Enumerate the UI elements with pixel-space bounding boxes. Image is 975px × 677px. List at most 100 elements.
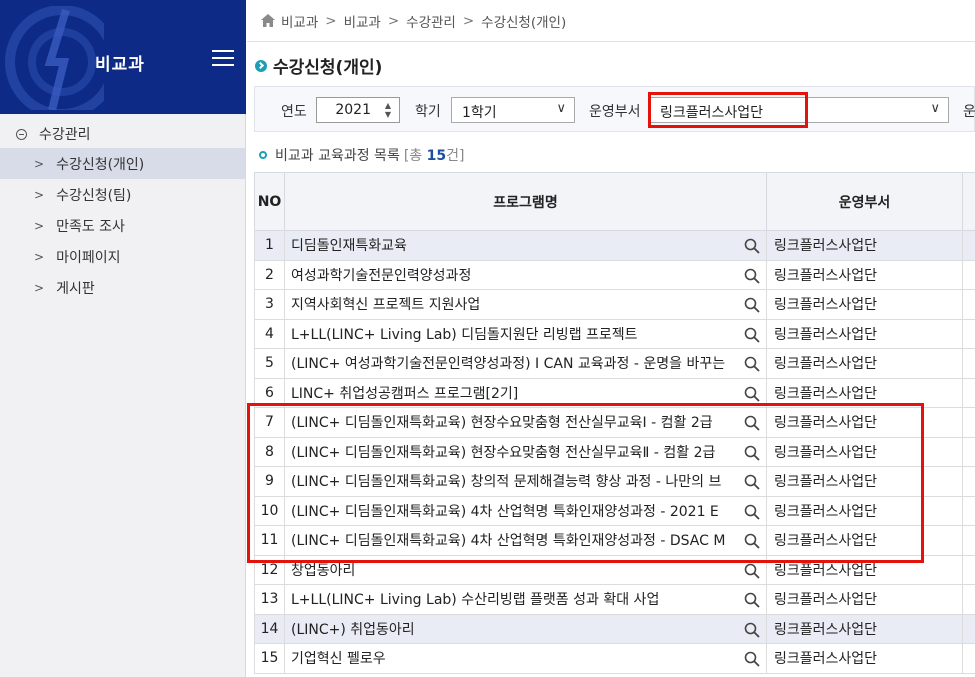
header-program: 프로그램명 — [284, 172, 767, 231]
search-icon[interactable] — [744, 651, 760, 667]
cell-no: 11 — [254, 525, 285, 556]
table-row[interactable]: 12 창업동아리 링크플러스사업단 — [254, 554, 975, 585]
main-content: 비교과 > 비교과 > 수강관리 > 수강신청(개인) 수강신청(개인) 연도 … — [247, 0, 975, 677]
search-icon[interactable] — [744, 356, 760, 372]
search-icon[interactable] — [744, 327, 760, 343]
spinner-arrows-icon[interactable]: ▲ ▼ — [381, 101, 395, 119]
cell-program[interactable]: 창업동아리 — [284, 554, 767, 585]
cell-extra — [962, 348, 975, 379]
search-icon[interactable] — [744, 415, 760, 431]
sidebar-item-team-enroll[interactable]: > 수강신청(팀) — [0, 179, 245, 210]
table-row[interactable]: 3 지역사회혁신 프로젝트 지원사업 링크플러스사업단 — [254, 289, 975, 320]
table-row[interactable]: 13 L+LL(LINC+ Living Lab) 수산리빙랩 플랫폼 성과 확대… — [254, 584, 975, 615]
program-name[interactable]: (LINC+ 디딤돌인재특화교육) 4차 산업혁명 특화인재양성과정 - 202… — [291, 501, 743, 521]
chevron-right-icon: > — [34, 249, 45, 264]
breadcrumb-separator: > — [462, 12, 475, 29]
cell-extra — [962, 318, 975, 349]
cell-program[interactable]: (LINC+) 취업동아리 — [284, 613, 767, 644]
cell-program[interactable]: (LINC+ 디딤돌인재특화교육) 현장수요맞춤형 전산실무교육Ⅰ - 컴활 2… — [284, 407, 767, 438]
next-filter-label: 운 — [963, 104, 975, 120]
cell-program[interactable]: (LINC+ 디딤돌인재특화교육) 4차 산업혁명 특화인재양성과정 - DSA… — [284, 525, 767, 556]
program-name[interactable]: L+LL(LINC+ Living Lab) 디딤돌지원단 리빙랩 프로젝트 — [291, 324, 743, 344]
search-icon[interactable] — [744, 445, 760, 461]
table-row[interactable]: 11 (LINC+ 디딤돌인재특화교육) 4차 산업혁명 특화인재양성과정 - D… — [254, 525, 975, 556]
sidebar-item-label: 수강신청(개인) — [56, 156, 145, 173]
cell-program[interactable]: L+LL(LINC+ Living Lab) 수산리빙랩 플랫폼 성과 확대 사… — [284, 584, 767, 615]
search-icon[interactable] — [744, 504, 760, 520]
table-row[interactable]: 15 기업혁신 펠로우 링크플러스사업단 — [254, 643, 975, 674]
chevron-right-icon: > — [34, 218, 45, 233]
search-icon[interactable] — [744, 592, 760, 608]
cell-dept: 링크플러스사업단 — [766, 289, 963, 320]
program-name[interactable]: LINC+ 취업성공캠퍼스 프로그램[2기] — [291, 383, 743, 403]
search-icon[interactable] — [744, 238, 760, 254]
table-row[interactable]: 14 (LINC+) 취업동아리 링크플러스사업단 — [254, 613, 975, 644]
header-dept: 운영부서 — [766, 172, 963, 231]
cell-program[interactable]: (LINC+ 디딤돌인재특화교육) 4차 산업혁명 특화인재양성과정 - 202… — [284, 495, 767, 526]
sidebar-item-satisfaction-survey[interactable]: > 만족도 조사 — [0, 210, 245, 241]
program-name[interactable]: (LINC+) 취업동아리 — [291, 619, 743, 639]
sidebar-group-label: 수강관리 — [39, 127, 91, 143]
breadcrumb-item[interactable]: 비교과 — [281, 11, 318, 31]
title-bullet-icon — [255, 59, 267, 72]
program-name[interactable]: (LINC+ 디딤돌인재특화교육) 현장수요맞춤형 전산실무교육Ⅰ - 컴활 2… — [291, 412, 743, 432]
cell-program[interactable]: 디딤돌인재특화교육 — [284, 230, 767, 261]
table-row[interactable]: 8 (LINC+ 디딤돌인재특화교육) 현장수요맞춤형 전산실무교육Ⅱ - 컴활 … — [254, 436, 975, 467]
home-icon[interactable] — [261, 14, 275, 27]
breadcrumb-item[interactable]: 비교과 — [344, 11, 381, 31]
cell-program[interactable]: 지역사회혁신 프로젝트 지원사업 — [284, 289, 767, 320]
sidebar-nav: 수강관리 > 수강신청(개인) > 수강신청(팀) > 만족도 조사 > 마이페… — [0, 114, 245, 303]
program-name[interactable]: 지역사회혁신 프로젝트 지원사업 — [291, 294, 743, 314]
breadcrumb-item-current: 수강신청(개인) — [481, 14, 567, 31]
program-name[interactable]: (LINC+ 여성과학기술전문인력양성과정) I CAN 교육과정 - 운명을 … — [291, 353, 743, 373]
sidebar-item-board[interactable]: > 게시판 — [0, 272, 245, 303]
sidebar-item-mypage[interactable]: > 마이페이지 — [0, 241, 245, 272]
search-icon[interactable] — [744, 268, 760, 284]
breadcrumb-separator: > — [387, 12, 400, 29]
year-value: 2021 — [335, 102, 371, 118]
search-icon[interactable] — [744, 563, 760, 579]
program-name[interactable]: 디딤돌인재특화교육 — [291, 235, 743, 255]
sidebar-group-course-management[interactable]: 수강관리 — [0, 120, 245, 148]
search-icon[interactable] — [744, 622, 760, 638]
cell-no: 8 — [254, 436, 285, 467]
hamburger-menu-icon[interactable] — [212, 50, 234, 68]
program-name[interactable]: (LINC+ 디딤돌인재특화교육) 창의적 문제해결능력 향상 과정 - 나만의… — [291, 471, 743, 491]
search-icon[interactable] — [744, 297, 760, 313]
program-name[interactable]: (LINC+ 디딤돌인재특화교육) 현장수요맞춤형 전산실무교육Ⅱ - 컴활 2… — [291, 442, 743, 462]
table-row[interactable]: 5 (LINC+ 여성과학기술전문인력양성과정) I CAN 교육과정 - 운명을… — [254, 348, 975, 379]
table-row[interactable]: 2 여성과학기술전문인력양성과정 링크플러스사업단 — [254, 259, 975, 290]
cell-program[interactable]: (LINC+ 디딤돌인재특화교육) 현장수요맞춤형 전산실무교육Ⅱ - 컴활 2… — [284, 436, 767, 467]
course-table: NO 프로그램명 운영부서 1 디딤돌인재특화교육 링크플러스사업단 2 여성과학기술전… — [254, 172, 975, 674]
course-table-wrapper: NO 프로그램명 운영부서 1 디딤돌인재특화교육 링크플러스사업단 2 여성과학기술전… — [254, 172, 975, 677]
cell-program[interactable]: LINC+ 취업성공캠퍼스 프로그램[2기] — [284, 377, 767, 408]
table-row[interactable]: 10 (LINC+ 디딤돌인재특화교육) 4차 산업혁명 특화인재양성과정 - 2… — [254, 495, 975, 526]
program-name[interactable]: 여성과학기술전문인력양성과정 — [291, 265, 743, 285]
breadcrumb-item[interactable]: 수강관리 — [406, 11, 456, 31]
cell-program[interactable]: 기업혁신 펠로우 — [284, 643, 767, 674]
page-title-text: 수강신청(개인) — [273, 58, 383, 78]
semester-select[interactable]: 1학기 ∨ — [451, 97, 575, 123]
program-name[interactable]: 창업동아리 — [291, 560, 743, 580]
table-row[interactable]: 1 디딤돌인재특화교육 링크플러스사업단 — [254, 230, 975, 261]
cell-program[interactable]: (LINC+ 디딤돌인재특화교육) 창의적 문제해결능력 향상 과정 - 나만의… — [284, 466, 767, 497]
table-row[interactable]: 9 (LINC+ 디딤돌인재특화교육) 창의적 문제해결능력 향상 과정 - 나만… — [254, 466, 975, 497]
table-row[interactable]: 6 LINC+ 취업성공캠퍼스 프로그램[2기] 링크플러스사업단 — [254, 377, 975, 408]
table-row[interactable]: 7 (LINC+ 디딤돌인재특화교육) 현장수요맞춤형 전산실무교육Ⅰ - 컴활 … — [254, 407, 975, 438]
table-row[interactable]: 4 L+LL(LINC+ Living Lab) 디딤돌지원단 리빙랩 프로젝트 링… — [254, 318, 975, 349]
search-icon[interactable] — [744, 386, 760, 402]
dept-select[interactable]: 링크플러스사업단 ∨ — [649, 97, 949, 123]
program-name[interactable]: 기업혁신 펠로우 — [291, 648, 743, 668]
cell-program[interactable]: (LINC+ 여성과학기술전문인력양성과정) I CAN 교육과정 - 운명을 … — [284, 348, 767, 379]
program-name[interactable]: (LINC+ 디딤돌인재특화교육) 4차 산업혁명 특화인재양성과정 - DSA… — [291, 530, 743, 550]
year-stepper[interactable]: 2021 ▲ ▼ — [316, 97, 400, 123]
program-name[interactable]: L+LL(LINC+ Living Lab) 수산리빙랩 플랫폼 성과 확대 사… — [291, 589, 743, 609]
cell-program[interactable]: 여성과학기술전문인력양성과정 — [284, 259, 767, 290]
search-icon[interactable] — [744, 533, 760, 549]
cell-no: 9 — [254, 466, 285, 497]
sidebar-item-individual-enroll[interactable]: > 수강신청(개인) — [0, 148, 245, 179]
search-icon[interactable] — [744, 474, 760, 490]
cell-dept: 링크플러스사업단 — [766, 525, 963, 556]
chevron-down-icon: ∨ — [556, 101, 566, 116]
cell-program[interactable]: L+LL(LINC+ Living Lab) 디딤돌지원단 리빙랩 프로젝트 — [284, 318, 767, 349]
